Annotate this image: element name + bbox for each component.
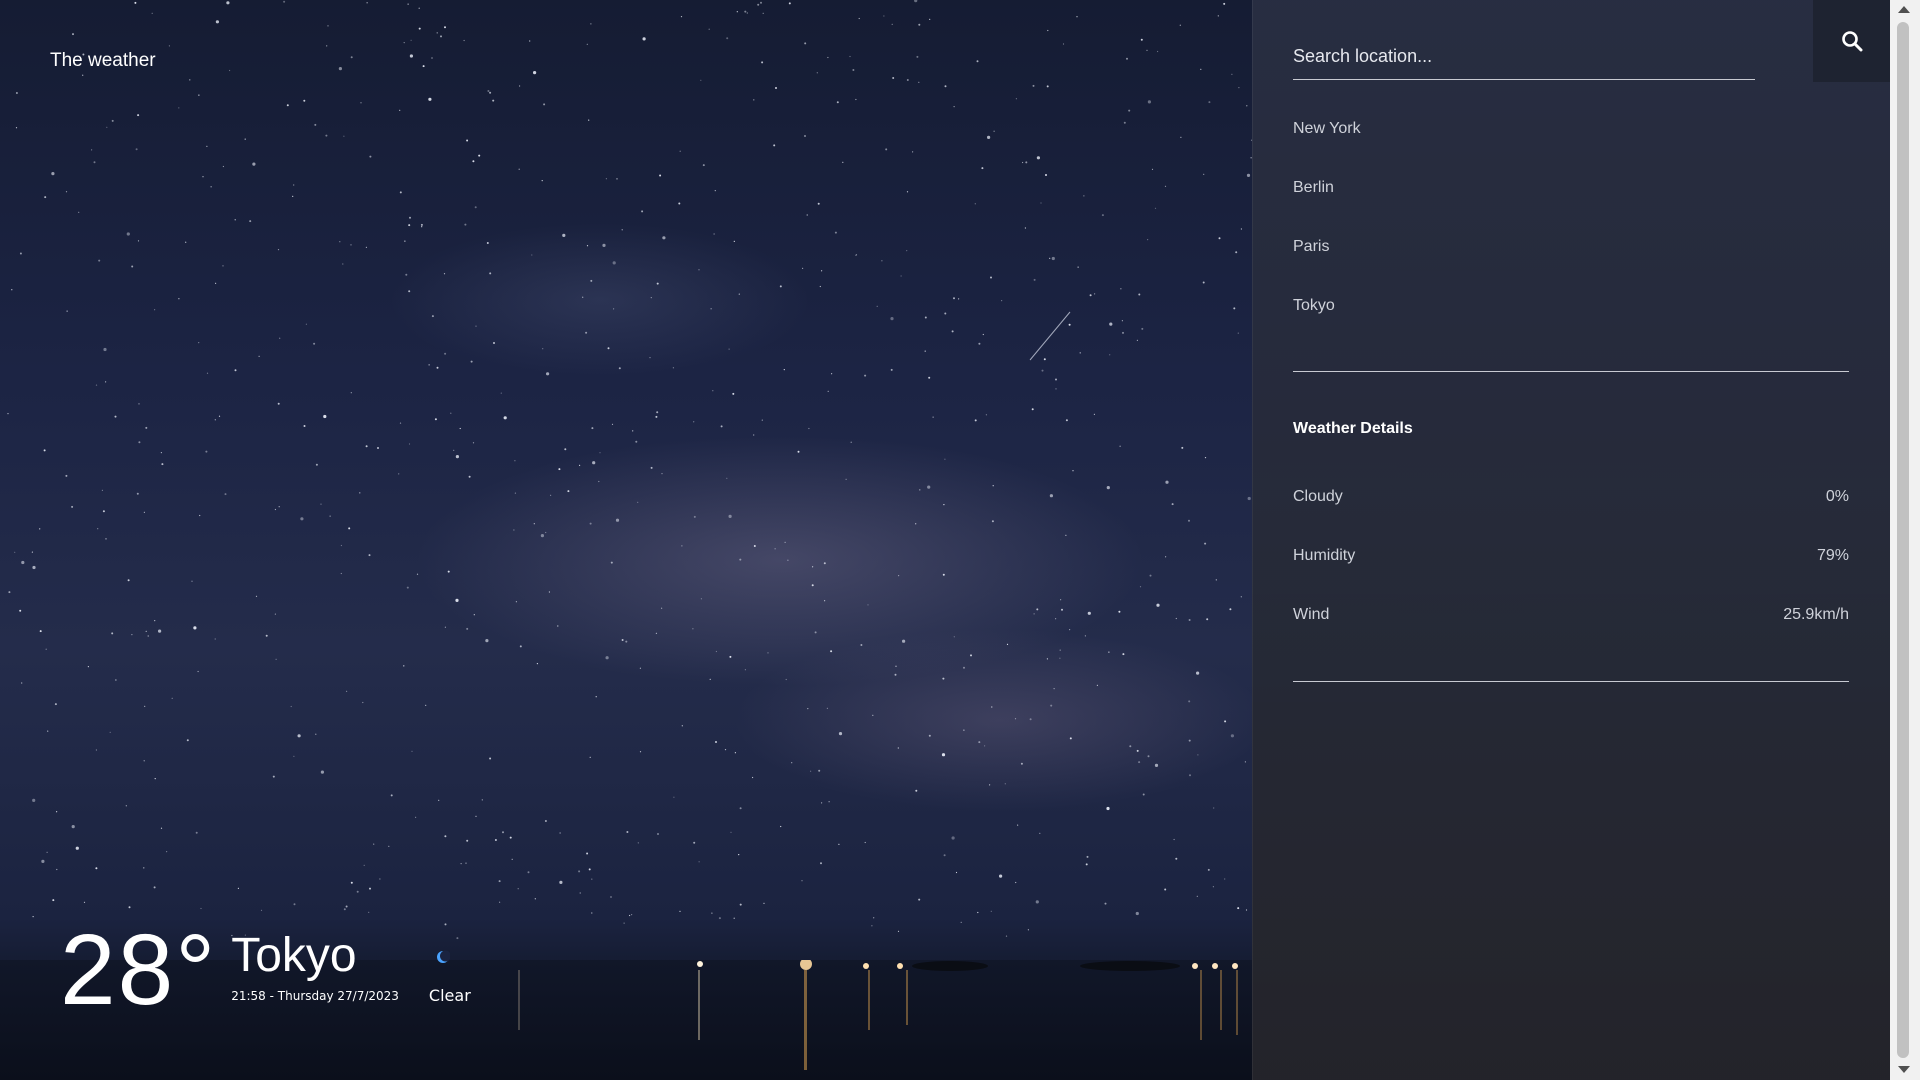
page-scrollbar[interactable] bbox=[1890, 0, 1920, 1080]
detail-value: 0% bbox=[1825, 488, 1849, 505]
search-icon bbox=[1842, 31, 1863, 52]
scroll-up-icon[interactable] bbox=[1898, 6, 1910, 13]
app-brand: The weather bbox=[50, 50, 156, 71]
detail-label: Cloudy bbox=[1293, 488, 1343, 505]
details-title: Weather Details bbox=[1293, 420, 1413, 437]
weather-details: Cloudy 0% Humidity 79% Wind 25.9km/h bbox=[1293, 480, 1849, 657]
temperature: 28° bbox=[60, 914, 218, 1026]
detail-row-cloudy: Cloudy 0% bbox=[1293, 480, 1849, 539]
moon-icon bbox=[437, 950, 450, 963]
meta-row: 21:58 - Thursday 27/7/2023 Clear bbox=[231, 986, 471, 1005]
detail-label: Wind bbox=[1293, 606, 1330, 623]
detail-row-humidity: Humidity 79% bbox=[1293, 539, 1849, 598]
detail-row-wind: Wind 25.9km/h bbox=[1293, 598, 1849, 657]
search-button[interactable] bbox=[1813, 0, 1891, 82]
location-item[interactable]: Berlin bbox=[1293, 171, 1849, 230]
divider bbox=[1293, 371, 1849, 372]
divider bbox=[1293, 681, 1849, 682]
location-item[interactable]: Paris bbox=[1293, 230, 1849, 289]
location-list: New York Berlin Paris Tokyo bbox=[1293, 112, 1849, 348]
search-input[interactable] bbox=[1293, 40, 1755, 80]
detail-label: Humidity bbox=[1293, 547, 1356, 564]
search-bar bbox=[1293, 40, 1755, 80]
detail-value: 79% bbox=[1816, 547, 1849, 564]
location-item[interactable]: New York bbox=[1293, 112, 1849, 171]
date-time: 21:58 - Thursday 27/7/2023 bbox=[231, 988, 399, 1003]
scroll-thumb[interactable] bbox=[1897, 22, 1909, 1058]
city-name: Tokyo bbox=[231, 929, 357, 982]
location-item[interactable]: Tokyo bbox=[1293, 289, 1849, 348]
location-info: Tokyo 21:58 - Thursday 27/7/2023 Clear bbox=[231, 929, 471, 1006]
current-weather: 28° Tokyo 21:58 - Thursday 27/7/2023 Cle… bbox=[60, 920, 471, 1020]
weather-app: The weather 28° Tokyo 21:58 - Thursday 2… bbox=[0, 0, 1920, 1080]
side-panel: New York Berlin Paris Tokyo Weather Deta… bbox=[1252, 0, 1891, 1080]
detail-value: 25.9km/h bbox=[1783, 606, 1849, 623]
scroll-down-icon[interactable] bbox=[1898, 1066, 1910, 1073]
condition-label: Clear bbox=[428, 986, 471, 1005]
